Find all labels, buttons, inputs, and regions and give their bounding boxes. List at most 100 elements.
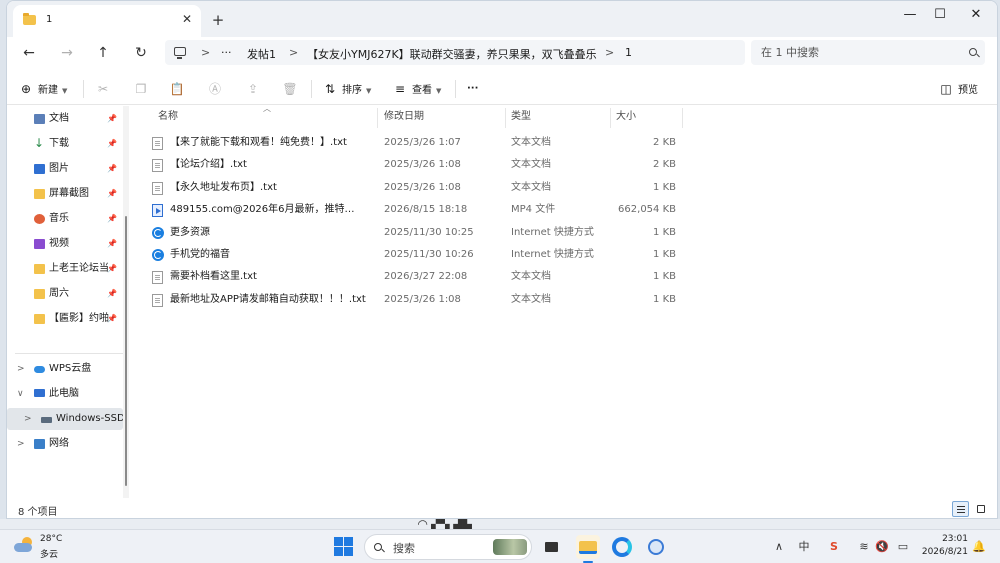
scrollbar-thumb[interactable]	[125, 216, 127, 486]
clock-time[interactable]: 23:01	[928, 534, 968, 544]
start-button[interactable]	[334, 537, 354, 557]
file-explorer-window: 1 ✕ + — ☐ ✕ ← → ↑ ↻ > ··· 发帖1 > 【女友小YMJ6…	[6, 0, 998, 519]
weather-icon[interactable]	[14, 537, 34, 553]
delete-icon[interactable]: 🗑	[280, 79, 300, 99]
share-icon[interactable]: ⇪	[243, 79, 263, 99]
sidebar-item-folder[interactable]: 上老王论坛当 📌	[7, 258, 123, 280]
task-view-button[interactable]	[540, 535, 564, 559]
file-row[interactable]: 更多资源 2025/11/30 10:25 Internet 快捷方式 1 KB	[134, 222, 694, 244]
tiles-view-button[interactable]	[972, 501, 989, 517]
maximize-button[interactable]: ☐	[921, 1, 959, 31]
sidebar-item-wps-cloud[interactable]: > WPS云盘	[7, 358, 123, 380]
sidebar-item-folder[interactable]: 【匾影】约啪 📌	[7, 308, 123, 330]
chevron-down-icon[interactable]: ∨	[17, 383, 24, 405]
close-window-button[interactable]: ✕	[957, 1, 995, 31]
close-tab-icon[interactable]: ✕	[179, 11, 195, 27]
search-icon[interactable]	[969, 48, 977, 56]
breadcrumb-item[interactable]: 1	[625, 46, 632, 59]
column-header-type[interactable]: 类型	[511, 106, 531, 128]
browser-taskbar-button[interactable]	[610, 535, 634, 559]
sidebar-item-documents[interactable]: 文档 📌	[7, 108, 123, 130]
copy-icon[interactable]: ❐	[131, 79, 151, 99]
sidebar-item-windows-ssd[interactable]: > Windows-SSD	[7, 408, 125, 430]
battery-icon[interactable]: ▭	[894, 539, 912, 555]
taskbar-search[interactable]: 搜索	[364, 534, 532, 560]
forward-button[interactable]: →	[53, 41, 81, 65]
sort-button[interactable]: ⇅ 排序 ▼	[323, 79, 371, 99]
sidebar-item-folder[interactable]: 周六 📌	[7, 283, 123, 305]
file-row[interactable]: 489155.com@2026年6月最新，推特清纯与... 2026/8/15 …	[134, 199, 694, 221]
column-header-size[interactable]: 大小	[616, 106, 636, 128]
sidebar-item-pictures[interactable]: 图片 📌	[7, 158, 123, 180]
file-row[interactable]: 最新地址及APP请发邮箱自动获取！！！.txt 2025/3/26 1:08 文…	[134, 289, 694, 311]
tiles-view-icon	[977, 505, 985, 513]
details-view-button[interactable]	[952, 501, 969, 517]
file-row[interactable]: 需要补档看这里.txt 2026/3/27 22:08 文本文档 1 KB	[134, 266, 694, 288]
paste-icon[interactable]: 📋	[167, 79, 187, 99]
column-separator[interactable]	[682, 108, 683, 128]
chevron-right-icon[interactable]: >	[24, 408, 32, 430]
file-explorer-taskbar-button[interactable]	[576, 535, 600, 563]
column-separator[interactable]	[377, 108, 378, 128]
sidebar-item-this-pc[interactable]: ∨ 此电脑	[7, 383, 123, 405]
sidebar-item-downloads[interactable]: ↓ 下载 📌	[7, 133, 123, 155]
wifi-icon[interactable]: ≋	[856, 539, 872, 555]
column-header-name[interactable]: 名称	[158, 106, 178, 128]
volume-muted-icon[interactable]: 🔇	[874, 539, 890, 555]
sidebar-item-videos[interactable]: 视频 📌	[7, 233, 123, 255]
sidebar-item-screenshots[interactable]: 屏幕截图 📌	[7, 183, 123, 205]
file-row[interactable]: 【永久地址发布页】.txt 2025/3/26 1:08 文本文档 1 KB	[134, 177, 694, 199]
address-bar[interactable]: > ··· 发帖1 > 【女友小YMJ627K】联动群交骚妻，养只果果，双飞叠叠…	[165, 40, 745, 65]
refresh-button[interactable]: ↻	[127, 41, 155, 65]
sogou-ime-icon[interactable]: S	[826, 539, 842, 555]
sidebar-item-music[interactable]: 音乐 📌	[7, 208, 123, 230]
back-button[interactable]: ←	[15, 41, 43, 65]
chevron-right-icon[interactable]: >	[17, 433, 25, 455]
new-button[interactable]: ⊕ 新建 ▼	[19, 79, 67, 99]
file-row[interactable]: 【来了就能下载和观看！纯免费！】.txt 2025/3/26 1:07 文本文档…	[134, 132, 694, 154]
windows-logo-pane	[344, 537, 353, 546]
weather-temperature[interactable]: 28°C	[40, 534, 62, 544]
rename-icon[interactable]: Ⓐ	[205, 79, 225, 99]
input-method-indicator[interactable]: 中	[796, 539, 812, 555]
up-button[interactable]: ↑	[89, 41, 117, 65]
breadcrumb-more[interactable]: ···	[221, 46, 232, 59]
notification-icon[interactable]: 🔔	[972, 539, 986, 555]
file-row[interactable]: 手机党的福音 2025/11/30 10:26 Internet 快捷方式 1 …	[134, 244, 694, 266]
drive-icon	[41, 417, 52, 423]
file-size: 1 KB	[653, 182, 676, 193]
sidebar-scrollbar[interactable]	[123, 106, 129, 498]
cut-icon[interactable]: ✂	[93, 79, 113, 99]
sort-label: 排序	[342, 85, 362, 96]
windows-logo-pane	[334, 537, 343, 546]
app-taskbar-button[interactable]	[644, 535, 668, 559]
sidebar-item-label: 屏幕截图	[49, 188, 89, 199]
chevron-down-icon: ▼	[436, 87, 442, 95]
search-input[interactable]	[751, 40, 951, 65]
new-tab-button[interactable]: +	[207, 9, 229, 31]
clock-date[interactable]: 2026/8/21	[918, 547, 968, 557]
file-name: 【论坛介绍】.txt	[170, 159, 247, 170]
file-date: 2025/11/30 10:26	[384, 249, 474, 260]
file-date: 2025/3/26 1:07	[384, 137, 461, 148]
view-button[interactable]: ≡ 查看 ▼	[393, 79, 441, 99]
preview-pane-button[interactable]: ◫ 预览	[939, 79, 978, 99]
breadcrumb-item[interactable]: 【女友小YMJ627K】联动群交骚妻，养只果果，双飞叠叠乐	[307, 46, 597, 62]
document-icon	[34, 114, 45, 124]
folder-icon	[34, 264, 45, 274]
column-header-date[interactable]: 修改日期	[384, 106, 424, 128]
chevron-right-icon[interactable]: >	[17, 358, 25, 380]
internet-shortcut-icon	[152, 249, 164, 261]
column-separator[interactable]	[505, 108, 506, 128]
breadcrumb-item[interactable]: 发帖1	[247, 46, 276, 62]
column-separator[interactable]	[610, 108, 611, 128]
chevron-down-icon: ▼	[62, 87, 68, 95]
show-hidden-icons-button[interactable]: ∧	[772, 539, 786, 555]
pin-icon: 📌	[107, 264, 117, 273]
file-row[interactable]: 【论坛介绍】.txt 2025/3/26 1:08 文本文档 2 KB	[134, 154, 694, 176]
more-options-button[interactable]: ···	[467, 79, 478, 99]
sidebar-item-network[interactable]: > 网络	[7, 433, 123, 455]
tab-active[interactable]: 1 ✕	[13, 5, 201, 37]
folder-icon	[23, 13, 36, 25]
weather-description[interactable]: 多云	[40, 547, 58, 560]
